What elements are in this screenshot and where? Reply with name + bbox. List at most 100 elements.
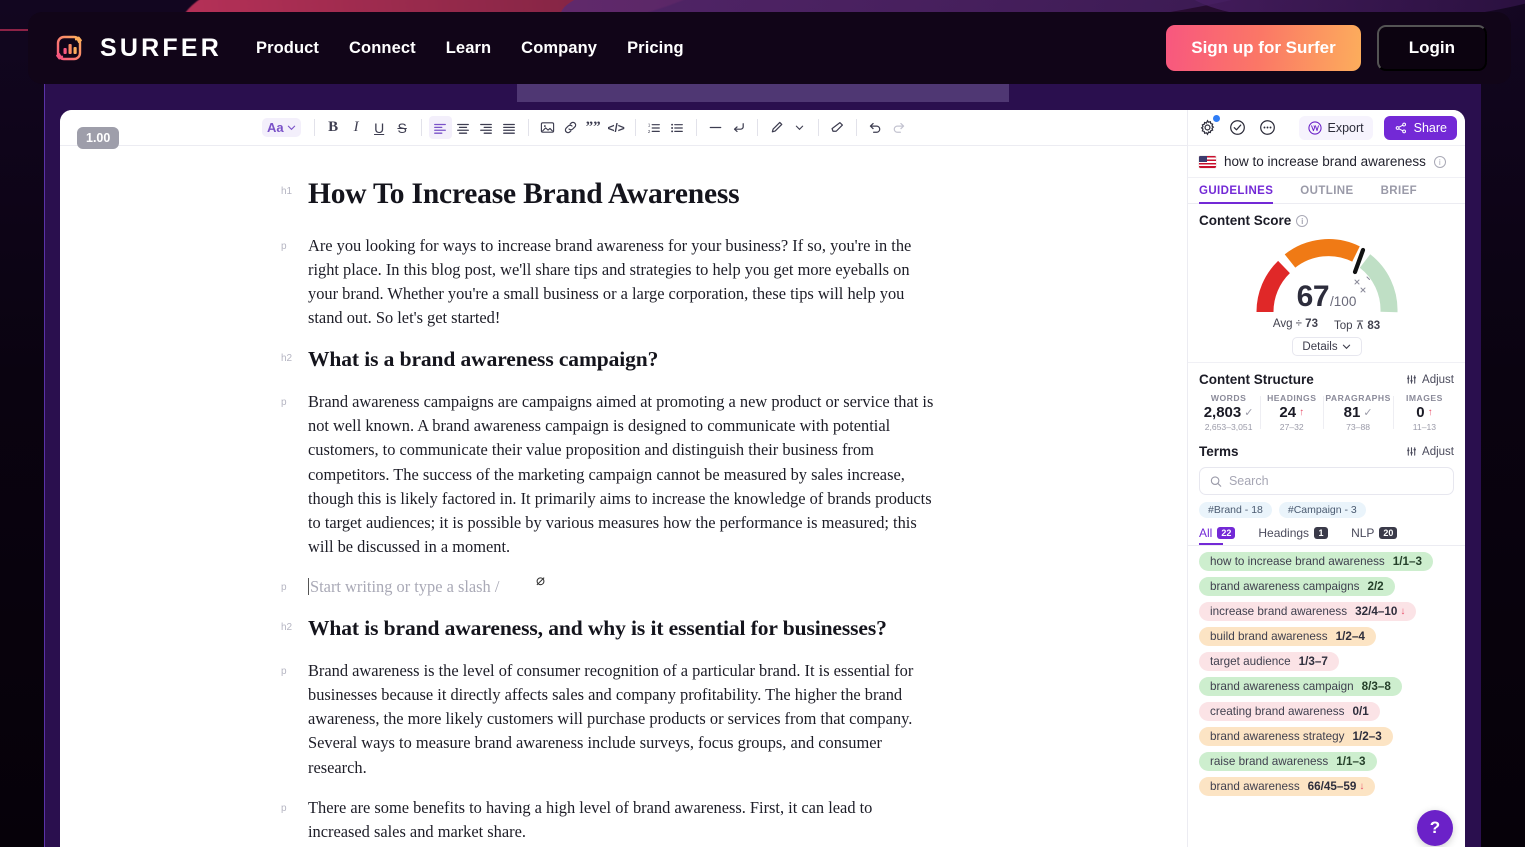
sidebar-tabs: GUIDELINES OUTLINE BRIEF [1188,178,1465,204]
login-button[interactable]: Login [1376,25,1488,71]
doc-block-paragraph[interactable]: p There are some benefits to having a hi… [281,796,937,844]
toolbar-divider [313,119,315,136]
nav-link-learn[interactable]: Learn [446,39,491,58]
highlight-button[interactable] [765,116,788,139]
guidelines-sidebar: Export Share how to increase brand aware… [1187,110,1465,847]
doc-block-paragraph[interactable]: p Brand awareness is the level of consum… [281,659,937,780]
target-keyword-row[interactable]: how to increase brand awareness i [1188,146,1465,178]
help-button[interactable]: ? [1417,810,1453,846]
terms-tab-all[interactable]: All 22 [1199,526,1236,545]
surfer-editor-app: 1.00 Aa B I U S ”” </> 1 2 h1 How To Inc… [60,110,1465,847]
info-icon[interactable]: i [1433,155,1446,168]
gear-icon[interactable] [1198,115,1220,137]
check-circle-icon[interactable] [1228,118,1247,137]
adjust-structure-button[interactable]: Adjust [1406,374,1454,386]
ordered-list-button[interactable]: 12 [643,116,666,139]
chip-campaign[interactable]: #Campaign - 3 [1278,502,1366,518]
align-left-button[interactable] [428,116,452,139]
block-tag: p [281,397,287,409]
nav-link-pricing[interactable]: Pricing [627,39,684,58]
editor-placeholder[interactable]: Start writing or type a slash / [308,575,937,599]
insert-link-button[interactable] [559,116,582,139]
content-score-title: Content Score i [1199,213,1309,228]
doc-block-h1[interactable]: h1 How To Increase Brand Awareness [281,176,937,213]
section-heading: What is a brand awareness campaign? [308,347,659,372]
term-row[interactable]: raise brand awareness 1/1–3 [1199,752,1377,771]
count-badge: 1 [1314,527,1329,539]
term-row[interactable]: brand awareness 66/45–59 ↓ [1199,777,1376,796]
strikethrough-button[interactable]: S [391,116,414,139]
page-title: How To Increase Brand Awareness [308,178,740,210]
share-button[interactable]: Share [1383,115,1457,140]
redo-button[interactable] [887,116,910,139]
search-input[interactable] [1228,474,1443,488]
nav-link-product[interactable]: Product [256,39,319,58]
term-chips: #Brand - 18 #Campaign - 3 [1188,495,1465,518]
align-center-button[interactable] [452,116,475,139]
toolbar-divider [817,119,819,136]
terms-tab-headings[interactable]: Headings 1 [1258,526,1329,545]
chip-brand[interactable]: #Brand - 18 [1199,502,1272,518]
brand-logo[interactable]: SURFER [52,31,222,65]
editor-pane: 1.00 Aa B I U S ”” </> 1 2 h1 How To Inc… [60,110,1187,847]
tab-outline[interactable]: OUTLINE [1300,178,1365,203]
status-ok-icon: ✓ [1363,407,1373,419]
bold-button[interactable]: B [322,116,345,139]
top-navbar: SURFER Product Connect Learn Company Pri… [28,12,1511,84]
font-size-dropdown[interactable]: Aa [262,118,301,137]
terms-search[interactable] [1199,467,1454,495]
term-row[interactable]: increase brand awareness 32/4–10 ↓ [1199,602,1417,621]
adjust-terms-button[interactable]: Adjust [1406,446,1454,458]
term-row[interactable]: target audience 1/3–7 [1199,652,1339,671]
toolbar-divider [420,119,422,136]
nav-link-connect[interactable]: Connect [349,39,416,58]
nav-links: Product Connect Learn Company Pricing [256,39,684,58]
info-icon[interactable]: i [1296,214,1309,227]
details-button[interactable]: Details [1291,337,1362,356]
tab-brief[interactable]: BRIEF [1381,178,1430,203]
underline-button[interactable]: U [368,116,391,139]
doc-block-paragraph[interactable]: p Are you looking for ways to increase b… [281,234,937,330]
term-row[interactable]: creating brand awareness 0/1 [1199,702,1380,721]
term-row[interactable]: how to increase brand awareness 1/1–3 [1199,552,1434,571]
signup-button[interactable]: Sign up for Surfer [1166,25,1361,71]
paragraph-text: There are some benefits to having a high… [308,797,873,841]
block-tag: h2 [281,353,293,365]
terms-tab-nlp[interactable]: NLP 20 [1351,526,1398,545]
content-score-value: 67 /100 [1297,280,1357,314]
terms-filter-tabs: All 22 Headings 1 NLP 20 [1188,518,1465,545]
doc-block-h2[interactable]: h2 What is brand awareness, and why is i… [281,615,937,643]
doc-block-paragraph[interactable]: p Brand awareness campaigns are campaign… [281,390,937,559]
tab-guidelines[interactable]: GUIDELINES [1199,178,1285,204]
align-justify-button[interactable] [498,116,521,139]
clear-format-button[interactable] [826,116,849,139]
terms-title: Terms [1199,444,1239,459]
doc-block-h2[interactable]: h2 What is a brand awareness campaign? [281,346,937,374]
doc-block-empty-placeholder[interactable]: p Start writing or type a slash / ⌀ [281,572,937,599]
term-row[interactable]: brand awareness strategy 1/2–3 [1199,727,1393,746]
toolbar-divider [855,119,857,136]
line-break-button[interactable] [727,116,750,139]
more-horizontal-icon[interactable] [1258,118,1277,137]
export-button[interactable]: Export [1298,115,1373,140]
undo-button[interactable] [864,116,887,139]
align-right-button[interactable] [475,116,498,139]
term-row[interactable]: brand awareness campaigns 2/2 [1199,577,1395,596]
term-row[interactable]: brand awareness campaign 8/3–8 [1199,677,1402,696]
bullet-list-button[interactable] [666,116,689,139]
avg-icon: ÷ [1295,318,1302,330]
insert-image-button[interactable] [536,116,559,139]
content-score-benchmarks: Avg ÷ 73 Top ⊼ 83 [1273,318,1380,332]
blockquote-button[interactable]: ”” [582,116,605,139]
paragraph-text: Brand awareness campaigns are campaigns … [308,392,934,556]
sidebar-toolbar: Export Share [1188,110,1465,146]
placeholder-text: Start writing or type a slash / [310,577,500,597]
horizontal-rule-button[interactable] [704,116,727,139]
nav-link-company[interactable]: Company [521,39,597,58]
document-canvas[interactable]: h1 How To Increase Brand Awareness p Are… [60,146,1187,847]
export-label: Export [1327,120,1364,135]
highlight-dropdown-icon[interactable] [788,116,811,139]
term-row[interactable]: build brand awareness 1/2–4 [1199,627,1376,646]
italic-button[interactable]: I [345,116,368,139]
code-block-button[interactable]: </> [605,116,628,139]
